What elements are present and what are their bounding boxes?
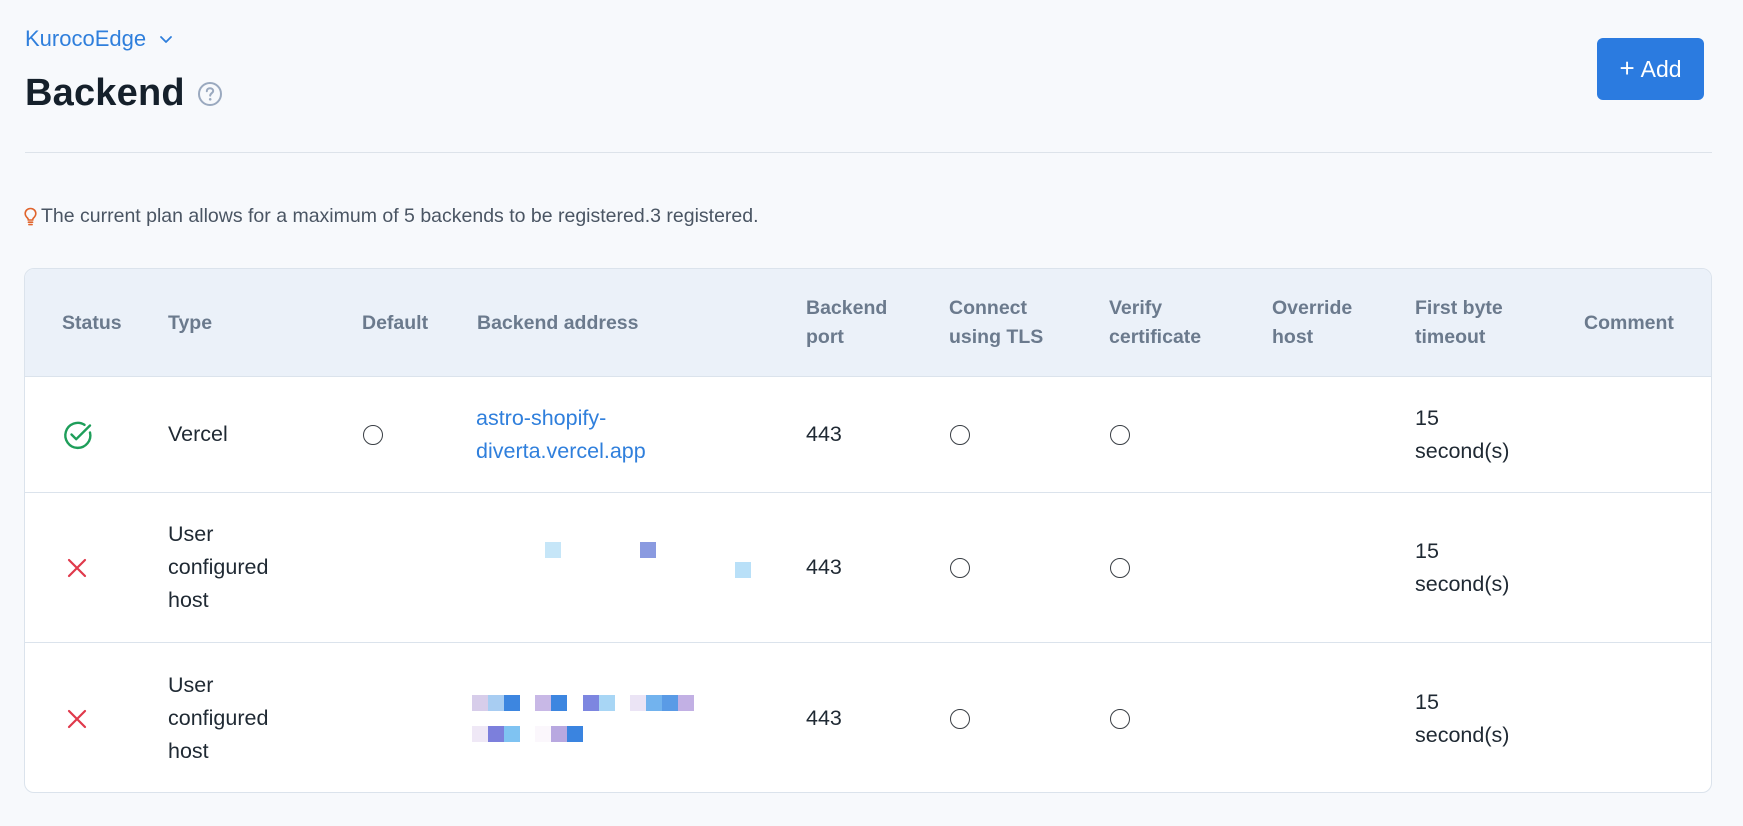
comment-cell xyxy=(1584,643,1694,792)
check-circle-icon xyxy=(64,421,92,449)
x-icon xyxy=(67,558,87,577)
page-title: Backend xyxy=(25,72,185,114)
column-header-verify-certificate: Verify certificate xyxy=(1109,297,1202,348)
column-header-backend-port: Backend port xyxy=(806,297,888,348)
first-byte-timeout-cell: 15 second(s) xyxy=(1415,538,1510,596)
column-header-backend-address: Backend address xyxy=(477,311,639,334)
tls-radio[interactable] xyxy=(950,708,970,729)
status-cell xyxy=(62,377,94,492)
default-cell xyxy=(363,377,383,492)
tls-cell xyxy=(950,643,970,792)
add-backend-button[interactable]: + Add xyxy=(1597,38,1704,100)
tls-radio[interactable] xyxy=(950,557,970,578)
table-row: Vercel astro-shopify-diverta.vercel.app … xyxy=(25,377,1711,493)
comment-cell xyxy=(1584,377,1694,492)
status-cell xyxy=(65,643,89,792)
table-row: User configured host 443 15 second(s) xyxy=(25,643,1711,792)
add-button-label: Add xyxy=(1640,55,1682,82)
type-cell: Vercel xyxy=(168,422,228,446)
plan-notice: The current plan allows for a maximum of… xyxy=(23,205,759,228)
backend-address-link[interactable]: astro-shopify-diverta.vercel.app xyxy=(476,377,696,492)
plus-icon: + xyxy=(1619,52,1635,83)
override-host-cell xyxy=(1272,377,1372,492)
backend-address-redacted xyxy=(476,493,751,642)
column-header-first-byte-timeout: First byte timeout xyxy=(1415,297,1503,348)
column-header-type: Type xyxy=(168,311,213,334)
comment-cell xyxy=(1584,493,1694,642)
verify-cell xyxy=(1110,377,1130,492)
override-host-cell xyxy=(1272,643,1372,792)
type-cell: User configured host xyxy=(168,673,269,763)
help-icon[interactable] xyxy=(197,81,223,107)
tls-cell xyxy=(950,377,970,492)
backend-address-redacted xyxy=(472,643,712,792)
redacted-address xyxy=(476,538,751,598)
first-byte-timeout-cell: 15 second(s) xyxy=(1415,405,1510,463)
column-header-status: Status xyxy=(62,311,122,334)
column-header-override-host: Override host xyxy=(1272,297,1353,348)
lightbulb-icon xyxy=(24,207,37,225)
tls-radio[interactable] xyxy=(950,424,970,445)
backend-page: KurocoEdge Backend + Add The current pla… xyxy=(0,0,1743,826)
backend-port-cell: 443 xyxy=(806,555,842,579)
first-byte-timeout-cell: 15 second(s) xyxy=(1415,689,1510,747)
verify-cell xyxy=(1110,643,1130,792)
verify-certificate-radio[interactable] xyxy=(1110,557,1130,578)
verify-certificate-radio[interactable] xyxy=(1110,708,1130,729)
column-header-comment: Comment xyxy=(1584,311,1674,334)
table-header: Status Type Default Backend address Back… xyxy=(25,269,1711,377)
verify-certificate-radio[interactable] xyxy=(1110,424,1130,445)
backend-port-cell: 443 xyxy=(806,422,842,446)
tls-cell xyxy=(950,493,970,642)
x-icon xyxy=(67,709,87,728)
plan-notice-text: The current plan allows for a maximum of… xyxy=(41,205,759,227)
chevron-down-icon xyxy=(160,36,172,43)
default-radio[interactable] xyxy=(363,424,383,445)
verify-cell xyxy=(1110,493,1130,642)
column-header-connect-tls: Connect using TLS xyxy=(949,297,1044,348)
override-host-cell xyxy=(1272,493,1372,642)
table-row: User configured host 443 15 second(s) xyxy=(25,493,1711,643)
header-divider xyxy=(25,152,1712,153)
project-switcher[interactable]: KurocoEdge xyxy=(25,26,174,52)
backend-port-cell: 443 xyxy=(806,706,842,730)
redacted-address xyxy=(472,689,712,749)
status-cell xyxy=(65,493,89,642)
project-name[interactable]: KurocoEdge xyxy=(25,26,146,52)
column-header-default: Default xyxy=(362,311,429,334)
backend-table: Status Type Default Backend address Back… xyxy=(24,268,1712,793)
type-cell: User configured host xyxy=(168,522,269,612)
